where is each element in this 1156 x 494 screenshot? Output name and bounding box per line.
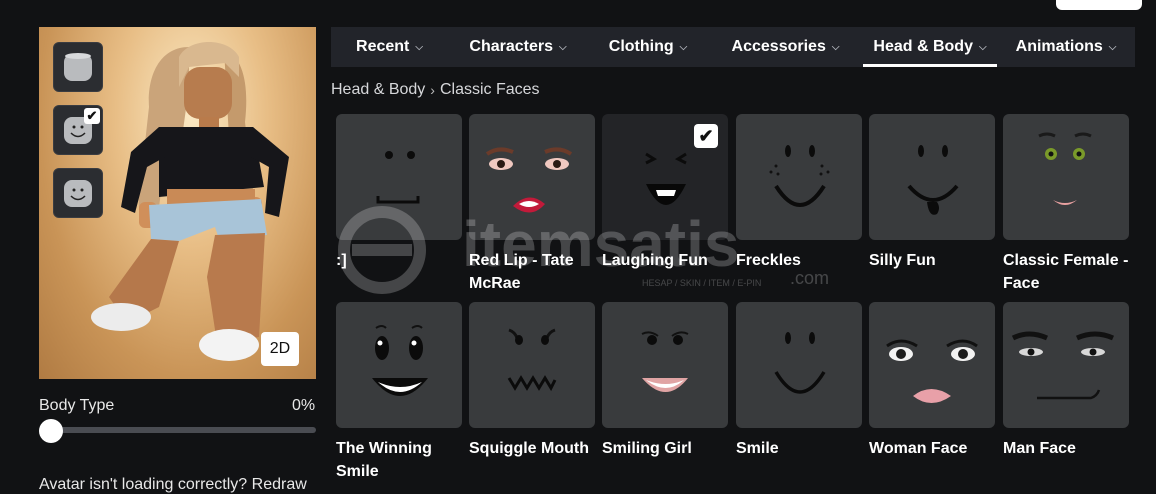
item-name: Smiling Girl [602,440,692,457]
face-icon [641,331,689,392]
selected-check-icon: ✔ [84,108,100,124]
tab-accessories[interactable]: Accessories ⌵ [708,27,863,67]
body-type-slider-track[interactable] [39,427,316,433]
item-card[interactable]: Man Face [1003,302,1129,460]
item-card[interactable]: ✔ Laughing Fun [602,114,728,272]
head-option-2[interactable]: ✔ [53,105,103,155]
item-thumbnail[interactable] [469,302,595,428]
item-name: Laughing Fun [602,252,708,269]
tab-label: Clothing [608,38,674,55]
tab-label: Characters [469,38,553,55]
chevron-down-icon: ⌵ [978,41,987,53]
face-icon [376,151,420,204]
item-name: Freckles [736,252,801,269]
item-card[interactable]: Freckles [736,114,862,272]
item-name: Red Lip - Tate McRae [469,252,574,292]
item-name: Woman Face [869,440,968,457]
item-thumbnail[interactable] [336,302,462,428]
redraw-prompt: Avatar isn't loading correctly? Redraw [39,476,307,494]
face-icon [1038,132,1092,205]
watermark-tagline: HESAP / SKIN / ITEM / E-PIN [642,278,761,288]
item-thumbnail[interactable] [736,302,862,428]
item-thumbnail[interactable] [1003,114,1129,240]
item-name: Man Face [1003,440,1076,457]
chevron-down-icon: ⌵ [1108,41,1117,53]
item-card[interactable]: Smile [736,302,862,460]
item-thumbnail[interactable] [336,114,462,240]
category-tab-bar: Recent ⌵ Characters ⌵ Clothing ⌵ Accessorie… [331,27,1135,67]
avatar-preview[interactable]: ✔ 2D [39,27,316,379]
tab-label: Accessories [731,38,826,55]
smiling-head-icon [64,180,92,207]
blank-head-icon [64,53,92,81]
face-icon [907,145,959,215]
tab-recent[interactable]: Recent ⌵ [331,27,448,67]
item-thumbnail[interactable] [602,302,728,428]
item-card[interactable]: :] [336,114,462,272]
item-card[interactable]: The Winning Smile [336,302,462,483]
head-option-3[interactable] [53,168,103,218]
selected-check-icon: ✔ [694,124,718,148]
chevron-down-icon: ⌵ [831,41,840,53]
item-name: Silly Fun [869,252,936,269]
item-card[interactable]: Squiggle Mouth [469,302,595,460]
face-icon [507,328,557,392]
item-name: Squiggle Mouth [469,440,589,457]
head-option-1[interactable] [53,42,103,92]
item-thumbnail[interactable] [469,114,595,240]
item-name: :] [336,252,347,269]
item-card[interactable]: Woman Face [869,302,995,460]
item-thumbnail[interactable] [1003,302,1129,428]
redraw-link[interactable]: Redraw [252,476,307,493]
tab-label: Animations [1015,38,1103,55]
top-right-button[interactable] [1056,0,1142,10]
face-icon [372,325,428,396]
tab-head-body[interactable]: Head & Body ⌵ [863,27,997,67]
tab-characters[interactable]: Characters ⌵ [448,27,588,67]
item-card[interactable]: Classic Female - Face [1003,114,1129,295]
item-name: Classic Female - Face [1003,252,1129,292]
face-icon [769,145,830,207]
item-name: The Winning Smile [336,440,432,480]
item-name: Smile [736,440,779,457]
item-thumbnail[interactable] [736,114,862,240]
chevron-right-icon: › [430,82,435,98]
view-2d-button[interactable]: 2D [261,332,299,366]
breadcrumb: Head & Body › Classic Faces [331,81,540,99]
tab-label: Head & Body [873,38,973,55]
tab-clothing[interactable]: Clothing ⌵ [588,27,708,67]
breadcrumb-parent[interactable]: Head & Body [331,81,425,99]
body-type-slider-thumb[interactable] [39,419,63,443]
item-thumbnail[interactable] [869,302,995,428]
chevron-down-icon: ⌵ [559,41,567,53]
face-icon [485,147,573,213]
body-type-label: Body Type [39,397,115,414]
redraw-message: Avatar isn't loading correctly? [39,476,248,493]
face-icon [1011,331,1115,400]
breadcrumb-current: Classic Faces [439,81,540,98]
body-type-value: 0% [292,397,316,414]
item-card[interactable]: Smiling Girl [602,302,728,460]
item-thumbnail[interactable]: ✔ [602,114,728,240]
item-thumbnail[interactable] [869,114,995,240]
face-icon [886,339,978,403]
item-card[interactable]: Silly Fun [869,114,995,272]
tab-animations[interactable]: Animations ⌵ [997,27,1135,67]
item-card[interactable]: Red Lip - Tate McRae [469,114,595,295]
chevron-down-icon: ⌵ [415,41,423,53]
face-icon [774,332,826,394]
chevron-down-icon: ⌵ [679,41,688,53]
tab-label: Recent [356,38,410,55]
